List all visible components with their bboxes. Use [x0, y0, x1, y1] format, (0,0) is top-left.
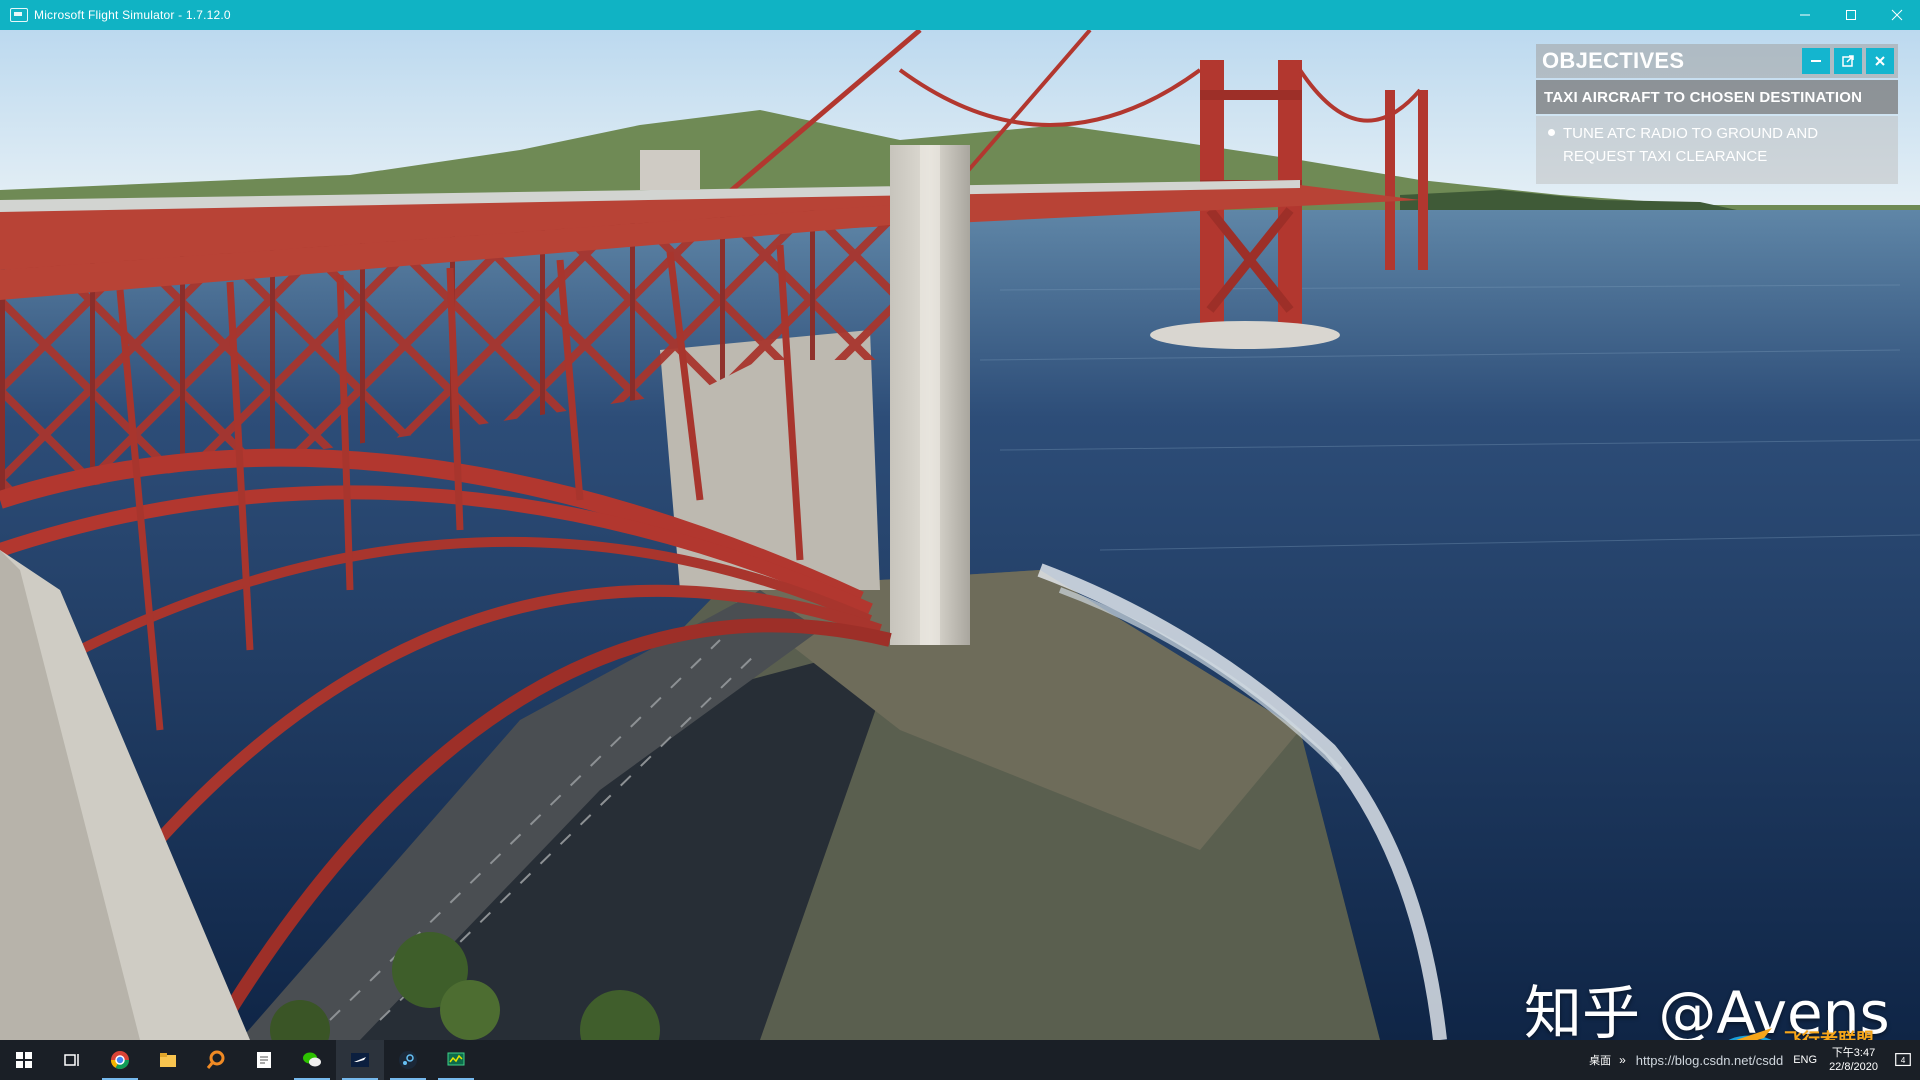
close-icon: [1875, 56, 1885, 66]
system-tray: 桌面 » https://blog.csdn.net/csdd ENG 下午3:…: [1589, 1040, 1920, 1080]
desktop-toolbar-label[interactable]: 桌面: [1589, 1052, 1611, 1068]
objective-task: TUNE ATC RADIO TO GROUND AND REQUEST TAX…: [1563, 125, 1819, 165]
current-objective: TAXI AIRCRAFT TO CHOSEN DESTINATION: [1536, 80, 1898, 114]
task-view-icon: [64, 1054, 79, 1066]
language-indicator[interactable]: ENG: [1793, 1054, 1817, 1066]
objectives-title: OBJECTIVES: [1542, 48, 1685, 73]
objectives-panel: OBJECTIVES TAXI AIRCRAFT TO CHOSEN DESTI…: [1536, 44, 1898, 186]
windows-start-icon: [16, 1052, 32, 1068]
clock-date: 22/8/2020: [1829, 1061, 1878, 1073]
popout-icon: [1842, 55, 1854, 67]
taskbar-steam[interactable]: [384, 1040, 432, 1080]
objectives-popout-button[interactable]: [1834, 48, 1862, 74]
objectives-buttons: [1802, 48, 1894, 74]
start-button[interactable]: [0, 1040, 48, 1080]
window-title: Microsoft Flight Simulator - 1.7.12.0: [34, 8, 231, 22]
objectives-minimize-button[interactable]: [1802, 48, 1830, 74]
maximize-button[interactable]: [1828, 0, 1874, 30]
minimize-icon: [1811, 60, 1821, 62]
taskbar-chrome[interactable]: [96, 1040, 144, 1080]
objectives-close-button[interactable]: [1866, 48, 1894, 74]
objectives-header: OBJECTIVES: [1536, 44, 1898, 78]
maximize-icon: [1846, 10, 1856, 20]
clock[interactable]: 下午3:47 22/8/2020: [1829, 1046, 1878, 1074]
taskbar-wechat[interactable]: [288, 1040, 336, 1080]
windows-taskbar: 桌面 » https://blog.csdn.net/csdd ENG 下午3:…: [0, 1040, 1920, 1080]
search-app-icon: [206, 1050, 225, 1069]
objective-task-list: TUNE ATC RADIO TO GROUND AND REQUEST TAX…: [1536, 116, 1898, 184]
window-controls: [1782, 0, 1920, 30]
app-icon: [10, 8, 28, 22]
tray-url-text: https://blog.csdn.net/csdd: [1635, 1052, 1784, 1068]
task-view-button[interactable]: [48, 1040, 96, 1080]
close-button[interactable]: [1874, 0, 1920, 30]
taskbar-monitor-app[interactable]: [432, 1040, 480, 1080]
taskbar-search-app[interactable]: [192, 1040, 240, 1080]
notification-count: 4: [1901, 1056, 1906, 1065]
notification-center-button[interactable]: 4: [1886, 1040, 1920, 1080]
steam-icon: [399, 1051, 417, 1069]
taskbar-file-explorer[interactable]: [144, 1040, 192, 1080]
close-icon: [1891, 9, 1903, 21]
window-titlebar: Microsoft Flight Simulator - 1.7.12.0: [0, 0, 1920, 30]
clock-time: 下午3:47: [1831, 1047, 1876, 1059]
notification-icon: 4: [1895, 1053, 1911, 1067]
minimize-button[interactable]: [1782, 0, 1828, 30]
minimize-icon: [1800, 14, 1810, 16]
taskbar-flight-simulator[interactable]: [336, 1040, 384, 1080]
toolbar-chevron[interactable]: »: [1619, 1053, 1626, 1067]
wechat-icon: [303, 1052, 321, 1067]
monitor-app-icon: [447, 1052, 465, 1066]
notepad-icon: [257, 1052, 271, 1068]
taskbar-notepad[interactable]: [240, 1040, 288, 1080]
chrome-icon: [111, 1051, 129, 1070]
flight-simulator-icon: [351, 1053, 369, 1067]
file-explorer-icon: [160, 1053, 176, 1067]
bullet-icon: [1548, 129, 1555, 136]
